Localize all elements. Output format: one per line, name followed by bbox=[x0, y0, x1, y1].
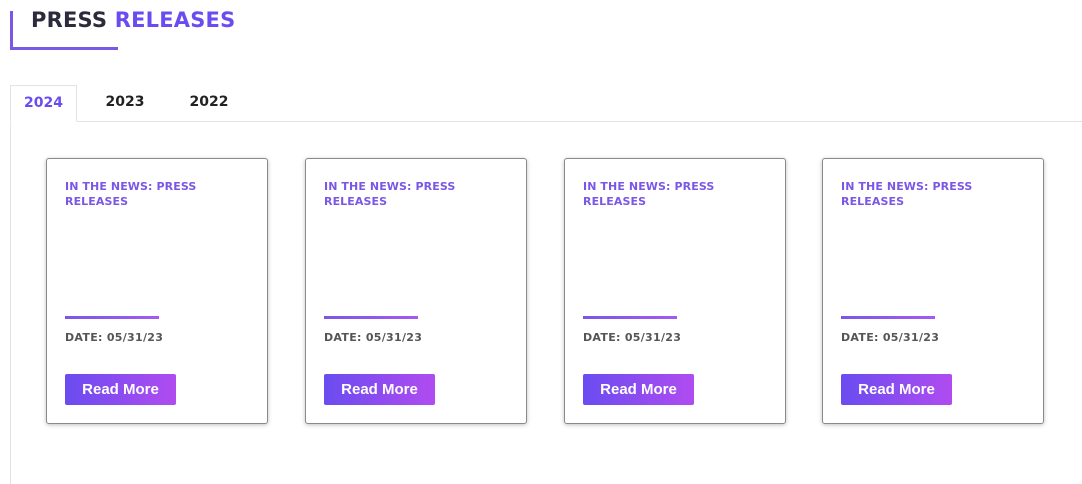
heading-accent-bar-horizontal bbox=[10, 47, 118, 50]
card-date: DATE: 05/31/23 bbox=[65, 331, 164, 344]
read-more-button[interactable]: Read More bbox=[65, 374, 176, 405]
card-title: IN THE NEWS: PRESS RELEASES bbox=[324, 180, 456, 208]
read-more-button[interactable]: Read More bbox=[841, 374, 952, 405]
card-divider bbox=[841, 316, 935, 319]
read-more-button[interactable]: Read More bbox=[583, 374, 694, 405]
card-divider bbox=[65, 316, 159, 319]
card-title: IN THE NEWS: PRESS RELEASES bbox=[65, 180, 197, 208]
page-title: PRESS RELEASES bbox=[31, 8, 235, 32]
section-heading: PRESS RELEASES bbox=[10, 0, 270, 52]
card-date: DATE: 05/31/23 bbox=[583, 331, 682, 344]
read-more-button[interactable]: Read More bbox=[324, 374, 435, 405]
press-release-card: IN THE NEWS: PRESS RELEASES DATE: 05/31/… bbox=[305, 158, 527, 424]
press-release-card: IN THE NEWS: PRESS RELEASES DATE: 05/31/… bbox=[822, 158, 1044, 424]
card-date: DATE: 05/31/23 bbox=[841, 331, 940, 344]
press-release-card: IN THE NEWS: PRESS RELEASES DATE: 05/31/… bbox=[564, 158, 786, 424]
press-releases-page: PRESS RELEASES 2024 2023 2022 IN THE NEW… bbox=[0, 0, 1082, 484]
heading-accent-bar-vertical bbox=[10, 11, 13, 50]
card-divider bbox=[324, 316, 418, 319]
card-title: IN THE NEWS: PRESS RELEASES bbox=[583, 180, 715, 208]
page-title-word-press: PRESS bbox=[31, 8, 108, 32]
tab-2022[interactable]: 2022 bbox=[176, 85, 242, 122]
card-divider bbox=[583, 316, 677, 319]
tab-2024[interactable]: 2024 bbox=[10, 85, 77, 122]
card-title: IN THE NEWS: PRESS RELEASES bbox=[841, 180, 973, 208]
tab-2023[interactable]: 2023 bbox=[92, 85, 158, 122]
press-release-card: IN THE NEWS: PRESS RELEASES DATE: 05/31/… bbox=[46, 158, 268, 424]
page-title-word-releases: RELEASES bbox=[114, 8, 236, 32]
card-date: DATE: 05/31/23 bbox=[324, 331, 423, 344]
